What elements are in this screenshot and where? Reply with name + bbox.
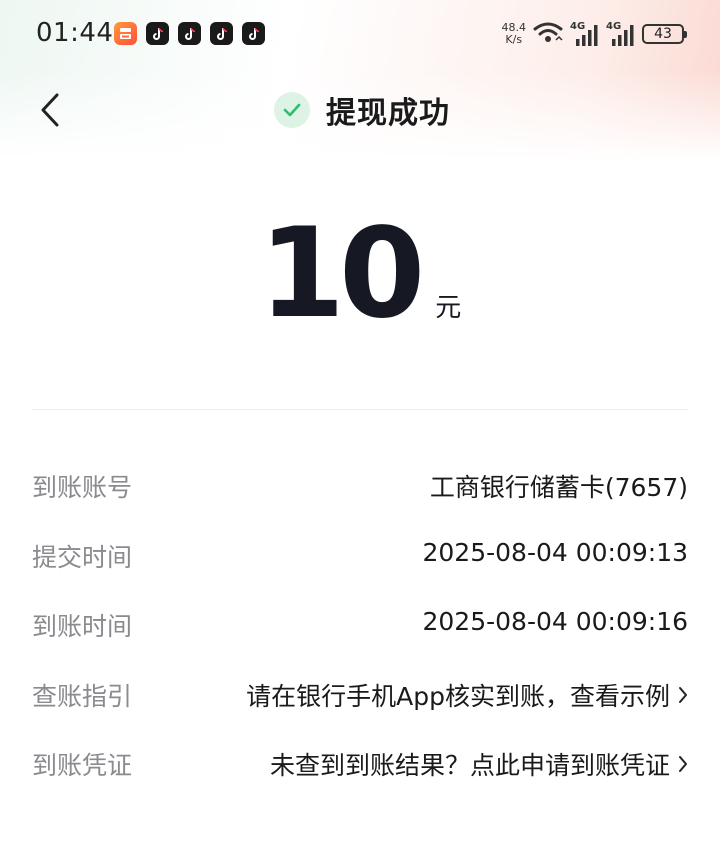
check-guide-text: 请在银行手机App核实到账，查看示例 <box>246 681 670 711</box>
douyin-icon <box>242 22 265 45</box>
detail-row-voucher: 到账凭证 未查到到账结果？点此申请到账凭证 <box>32 730 688 800</box>
detail-row-submit-time: 提交时间 2025-08-04 00:09:13 <box>32 522 688 592</box>
check-guide-link[interactable]: 请在银行手机App核实到账，查看示例 <box>246 661 688 713</box>
chevron-right-icon <box>679 756 687 772</box>
wifi-icon <box>532 20 564 48</box>
notification-icons <box>114 22 265 45</box>
net-speed-unit: K/s <box>505 33 523 46</box>
detail-label: 到账账号 <box>32 473 133 502</box>
details-list: 到账账号 工商银行储蓄卡(7657) 提交时间 2025-08-04 00:09… <box>32 452 688 800</box>
status-time: 01:44 <box>36 18 114 48</box>
detail-label: 提交时间 <box>32 542 133 572</box>
chevron-right-icon <box>679 686 687 703</box>
net-speed: 48.4 K/s <box>502 22 527 46</box>
detail-row-check-guide: 查账指引 请在银行手机App核实到账，查看示例 <box>32 661 688 731</box>
douyin-icon <box>210 22 233 45</box>
apply-voucher-link[interactable]: 未查到到账结果？点此申请到账凭证 <box>270 730 688 782</box>
amount-value: 10 <box>258 202 426 346</box>
cell-signal-1: 4G <box>570 21 600 47</box>
detail-row-arrival-time: 到账时间 2025-08-04 00:09:16 <box>32 591 688 661</box>
detail-value: 工商银行储蓄卡(7657) <box>429 473 688 502</box>
signal-2-label: 4G <box>606 21 622 32</box>
divider <box>32 409 688 410</box>
withdraw-amount: 10 元 <box>0 212 720 336</box>
douyin-icon <box>146 22 169 45</box>
battery-icon: 43 <box>642 24 687 44</box>
detail-label: 查账指引 <box>32 681 133 711</box>
back-button[interactable] <box>30 88 70 132</box>
detail-value: 2025-08-04 00:09:16 <box>422 607 688 636</box>
status-bar: 01:44 48.4 K/s 4G 4G 43 <box>0 0 720 68</box>
douyin-icon <box>178 22 201 45</box>
detail-value: 2025-08-04 00:09:13 <box>422 537 688 567</box>
detail-label: 到账凭证 <box>32 751 133 780</box>
detail-label: 到账时间 <box>32 612 133 641</box>
app-notif-icon <box>114 22 137 45</box>
detail-row-account: 到账账号 工商银行储蓄卡(7657) <box>32 452 688 522</box>
back-arrow-icon <box>41 93 59 127</box>
cell-signal-2: 4G <box>606 21 636 47</box>
amount-unit: 元 <box>435 293 462 323</box>
apply-voucher-text: 未查到到账结果？点此申请到账凭证 <box>269 751 670 780</box>
signal-1-label: 4G <box>570 21 586 32</box>
system-icons: 48.4 K/s 4G 4G 43 <box>502 20 687 48</box>
battery-level: 43 <box>654 26 672 42</box>
